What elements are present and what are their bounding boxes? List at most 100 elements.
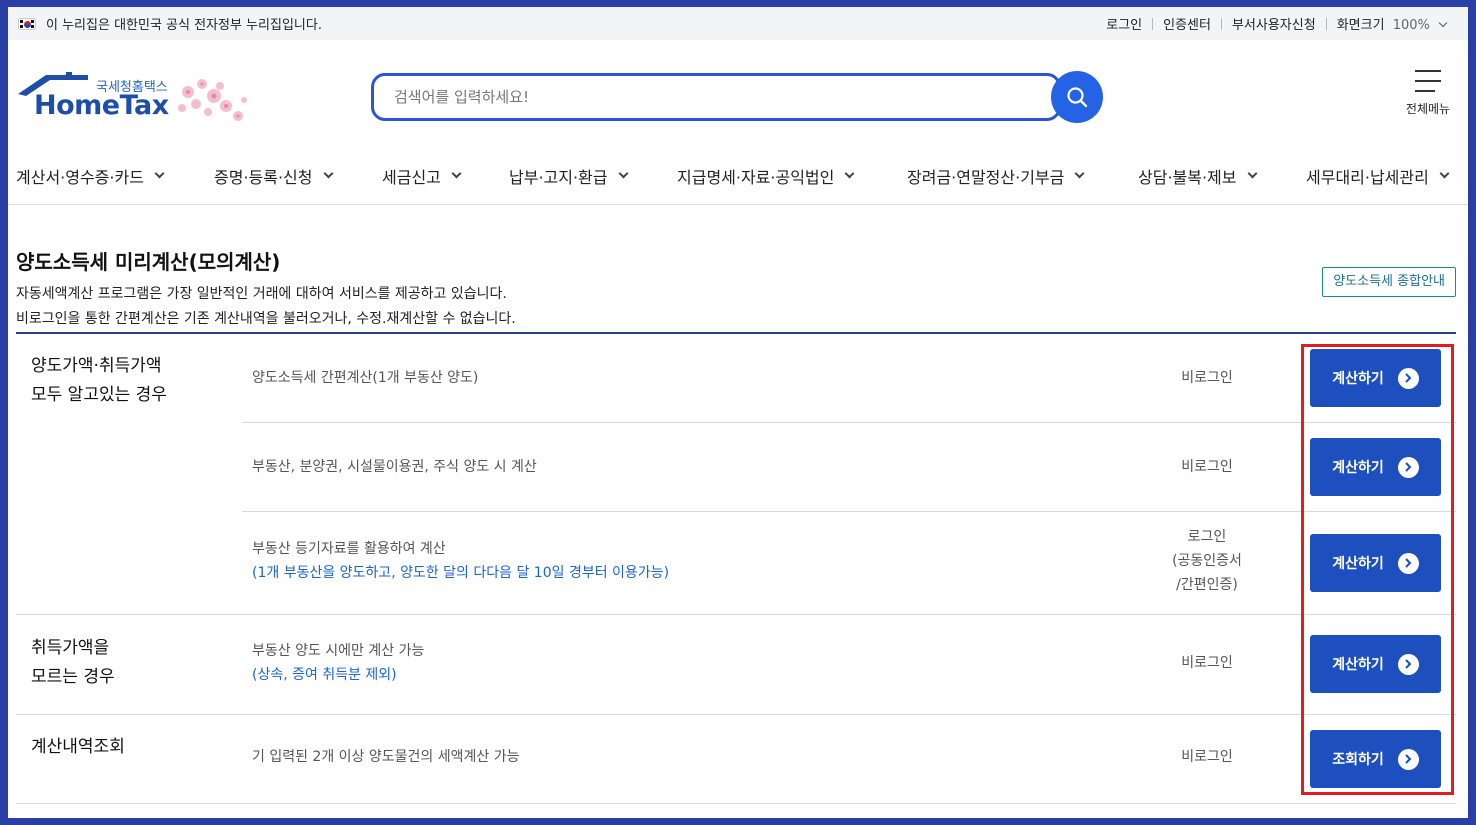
chevron-right-circle-icon (1397, 653, 1419, 675)
utility-bar: 이 누리집은 대한민국 공식 전자정부 누리집입니다. 로그인 인증센터 부서사… (8, 7, 1468, 40)
chevron-down-icon (844, 168, 855, 178)
nav-item-tax-filing[interactable]: 세금신고 (382, 164, 509, 188)
table-row: 부동산 등기자료를 활용하여 계산 (1개 부동산을 양도하고, 양도한 달의 … (242, 512, 1456, 615)
chevron-down-icon (1438, 18, 1448, 28)
inquiry-button[interactable]: 조회하기 (1310, 730, 1441, 788)
all-menu-label: 전체메뉴 (1405, 102, 1451, 116)
nav-item-payment-refund[interactable]: 납부·고지·환급 (509, 164, 677, 188)
calculate-button[interactable]: 계산하기 (1310, 635, 1441, 693)
chevron-right-circle-icon (1397, 367, 1419, 389)
nav-label: 세금신고 (382, 168, 441, 187)
row-description-text: 부동산 등기자료를 활용하여 계산 (252, 541, 446, 557)
search-icon (1067, 87, 1088, 108)
search-area (371, 71, 1103, 123)
group-label-line2: 모르는 경우 (31, 667, 115, 687)
nav-label: 세무대리·납세관리 (1306, 168, 1429, 187)
group-label: 양도가액·취득가액 모두 알고있는 경우 (31, 352, 167, 410)
group-label-line2: 모두 알고있는 경우 (31, 385, 167, 405)
login-line3: /간편인증) (1176, 577, 1238, 593)
all-menu-button[interactable]: 전체메뉴 (1400, 70, 1456, 117)
nav-label: 지급명세·자료·공익법인 (677, 168, 835, 187)
login-requirement: 로그인 (공동인증서 /간편인증) (1147, 525, 1267, 597)
zoom-label: 화면크기 (1336, 18, 1385, 33)
table-row: 부동산 양도 시에만 계산 가능 (상속, 증여 취득분 제외) 비로그인 계산… (242, 615, 1456, 715)
search-input[interactable] (371, 73, 1061, 121)
table-row: 양도소득세 간편계산(1개 부동산 양도) 비로그인 계산하기 (242, 334, 1456, 423)
row-description: 부동산, 분양권, 시설물이용권, 주식 양도 시 계산 (252, 459, 537, 475)
page-description-2: 비로그인을 통한 간편계산은 기존 계산내역을 불러오거나, 수정.재계산할 수… (16, 311, 516, 327)
group-label: 계산내역조회 (31, 733, 125, 762)
chevron-down-icon (1247, 168, 1257, 178)
group-label-line1: 계산내역조회 (31, 737, 125, 757)
login-requirement: 비로그인 (1181, 749, 1233, 765)
row-description: 부동산 등기자료를 활용하여 계산 (1개 부동산을 양도하고, 양도한 달의 … (252, 537, 669, 585)
cert-center-link[interactable]: 인증센터 (1153, 14, 1221, 33)
chevron-right-circle-icon (1397, 456, 1419, 478)
nav-item-invoice-receipt-card[interactable]: 계산서·영수증·카드 (16, 164, 214, 188)
button-label: 계산하기 (1332, 657, 1384, 673)
group-label-line1: 취득가액을 (31, 638, 110, 658)
table-row: 부동산, 분양권, 시설물이용권, 주식 양도 시 계산 비로그인 계산하기 (242, 423, 1456, 512)
group-label: 취득가액을 모르는 경우 (31, 634, 115, 692)
table-row: 기 입력된 2개 이상 양도물건의 세액계산 가능 비로그인 조회하기 (242, 715, 1456, 804)
korean-flag-icon (18, 17, 36, 30)
button-label: 계산하기 (1332, 371, 1384, 387)
dept-user-apply-link[interactable]: 부서사용자신청 (1222, 14, 1326, 33)
nav-label: 증명·등록·신청 (214, 168, 313, 187)
nav-item-consult-appeal[interactable]: 상담·불복·제보 (1138, 164, 1306, 188)
group-known-prices: 양도가액·취득가액 모두 알고있는 경우 양도소득세 간편계산(1개 부동산 양… (16, 334, 1456, 615)
hamburger-icon (1415, 70, 1441, 92)
nav-item-certificate-registration[interactable]: 증명·등록·신청 (214, 164, 382, 188)
zoom-value: 100% (1392, 18, 1430, 33)
page-title: 양도소득세 미리계산(모의계산) (16, 250, 281, 274)
nav-label: 계산서·영수증·카드 (16, 168, 144, 187)
cherry-blossom-icon (178, 79, 247, 121)
row-note: (1개 부동산을 양도하고, 양도한 달의 다다음 달 10일 경부터 이용가능… (252, 565, 670, 581)
row-description: 양도소득세 간편계산(1개 부동산 양도) (252, 370, 479, 386)
row-note: (상속, 증여 취득분 제외) (252, 667, 397, 683)
login-line1: 로그인 (1187, 529, 1227, 545)
nav-label: 납부·고지·환급 (509, 168, 608, 187)
hometax-logo[interactable]: 국세청홈택스 HomeTax (14, 70, 254, 130)
nav-label: 상담·불복·제보 (1138, 168, 1237, 187)
login-link[interactable]: 로그인 (1096, 14, 1152, 33)
button-label: 조회하기 (1332, 752, 1384, 768)
chevron-right-circle-icon (1397, 552, 1419, 574)
main-nav: 계산서·영수증·카드 증명·등록·신청 세금신고 납부·고지·환급 지급명세·자… (8, 148, 1468, 205)
page-description-1: 자동세액계산 프로그램은 가장 일반적인 거래에 대하여 서비스를 제공하고 있… (16, 286, 507, 302)
chevron-down-icon (154, 168, 165, 178)
nav-label: 장려금·연말정산·기부금 (907, 168, 1065, 187)
group-label-line1: 양도가액·취득가액 (31, 356, 162, 376)
login-requirement: 비로그인 (1181, 370, 1233, 386)
utility-links: 로그인 인증센터 부서사용자신청 화면크기 100% (1096, 14, 1456, 33)
login-requirement: 비로그인 (1181, 459, 1233, 475)
chevron-down-icon (1074, 168, 1085, 178)
row-description: 기 입력된 2개 이상 양도물건의 세액계산 가능 (252, 749, 520, 765)
nav-item-payment-statement[interactable]: 지급명세·자료·공익법인 (677, 164, 907, 188)
chevron-right-circle-icon (1397, 748, 1419, 770)
group-unknown-acquisition-price: 취득가액을 모르는 경우 부동산 양도 시에만 계산 가능 (상속, 증여 취득… (16, 615, 1456, 715)
nav-item-incentive-yearend[interactable]: 장려금·연말정산·기부금 (907, 164, 1138, 188)
calculate-button[interactable]: 계산하기 (1310, 438, 1441, 496)
row-description: 부동산 양도 시에만 계산 가능 (상속, 증여 취득분 제외) (252, 639, 424, 687)
button-label: 계산하기 (1332, 460, 1384, 476)
calculate-button[interactable]: 계산하기 (1310, 534, 1441, 592)
zoom-control[interactable]: 화면크기 100% (1327, 14, 1456, 33)
login-line2: (공동인증서 (1172, 553, 1242, 569)
row-description-text: 부동산 양도 시에만 계산 가능 (252, 643, 425, 659)
chevron-down-icon (618, 168, 628, 178)
search-button[interactable] (1051, 71, 1103, 123)
chevron-down-icon (451, 168, 462, 178)
login-requirement: 비로그인 (1181, 655, 1233, 671)
button-label: 계산하기 (1332, 556, 1384, 572)
browser-frame: 이 누리집은 대한민국 공식 전자정부 누리집입니다. 로그인 인증센터 부서사… (8, 7, 1468, 818)
group-calc-history: 계산내역조회 기 입력된 2개 이상 양도물건의 세액계산 가능 비로그인 조회… (16, 715, 1456, 804)
nav-item-tax-agent[interactable]: 세무대리·납세관리 (1306, 164, 1450, 188)
capital-gains-guide-button[interactable]: 양도소득세 종합안내 (1322, 267, 1456, 297)
logo-text: HomeTax (34, 90, 169, 121)
gov-notice-text: 이 누리집은 대한민국 공식 전자정부 누리집입니다. (46, 18, 322, 33)
gov-notice: 이 누리집은 대한민국 공식 전자정부 누리집입니다. (18, 14, 322, 33)
chevron-down-icon (1439, 168, 1450, 178)
calculate-button[interactable]: 계산하기 (1310, 349, 1441, 407)
chevron-down-icon (323, 168, 333, 178)
